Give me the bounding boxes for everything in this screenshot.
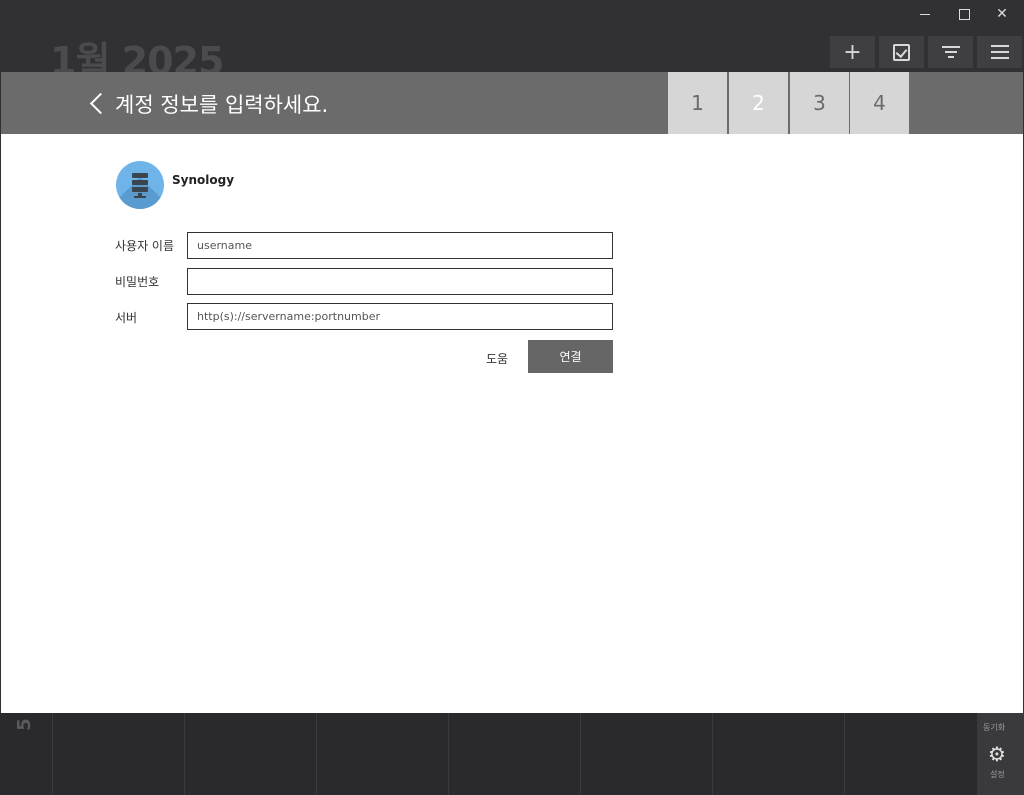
help-link[interactable]: 도움 [486,350,508,367]
account-dialog: 계정 정보를 입력하세요. 1 2 3 4 Synology 사용자 이름 비밀… [1,72,1023,713]
menu-button[interactable] [977,36,1022,68]
server-label: 서버 [115,311,138,325]
filter-icon [941,46,960,58]
server-input[interactable] [187,303,613,330]
app-window: ✕ 1월 2025 + 계정 정보를 입력하세요. 1 2 3 4 Synolo… [0,0,1024,795]
settings-label[interactable]: 설정 [990,769,1005,780]
day-number: 5 [13,718,35,731]
calendar-cell[interactable] [448,713,580,795]
back-chevron-icon[interactable] [89,92,103,114]
step-4: 4 [850,72,909,134]
sync-button[interactable]: 동기화 [983,722,1005,733]
connect-button[interactable]: 연결 [528,340,613,373]
select-button[interactable] [879,36,924,68]
add-button[interactable]: + [830,36,875,68]
filter-button[interactable] [928,36,973,68]
gear-icon[interactable]: ⚙ [988,742,1006,766]
menu-icon [990,45,1009,59]
calendar-cell[interactable] [52,713,184,795]
synology-server-icon [116,161,164,209]
close-icon[interactable]: ✕ [982,0,1022,28]
calendar-cell[interactable] [316,713,448,795]
step-1: 1 [668,72,727,134]
checkbox-icon [893,43,910,61]
minimize-icon[interactable] [905,0,945,28]
maximize-icon[interactable] [944,0,984,28]
step-3: 3 [790,72,849,134]
calendar-cell[interactable] [712,713,844,795]
calendar-cell[interactable] [580,713,712,795]
calendar-cell[interactable] [184,713,316,795]
calendar-cell[interactable] [844,713,976,795]
username-input[interactable] [187,232,613,259]
provider-name: Synology [172,173,235,187]
password-label: 비밀번호 [115,275,160,289]
password-input[interactable] [187,268,613,295]
title-bar: ✕ [0,0,1024,30]
step-2: 2 [729,72,788,134]
dialog-title: 계정 정보를 입력하세요. [115,93,329,117]
username-label: 사용자 이름 [115,239,175,253]
dialog-header: 계정 정보를 입력하세요. 1 2 3 4 [1,72,1023,134]
plus-icon: + [843,39,862,65]
